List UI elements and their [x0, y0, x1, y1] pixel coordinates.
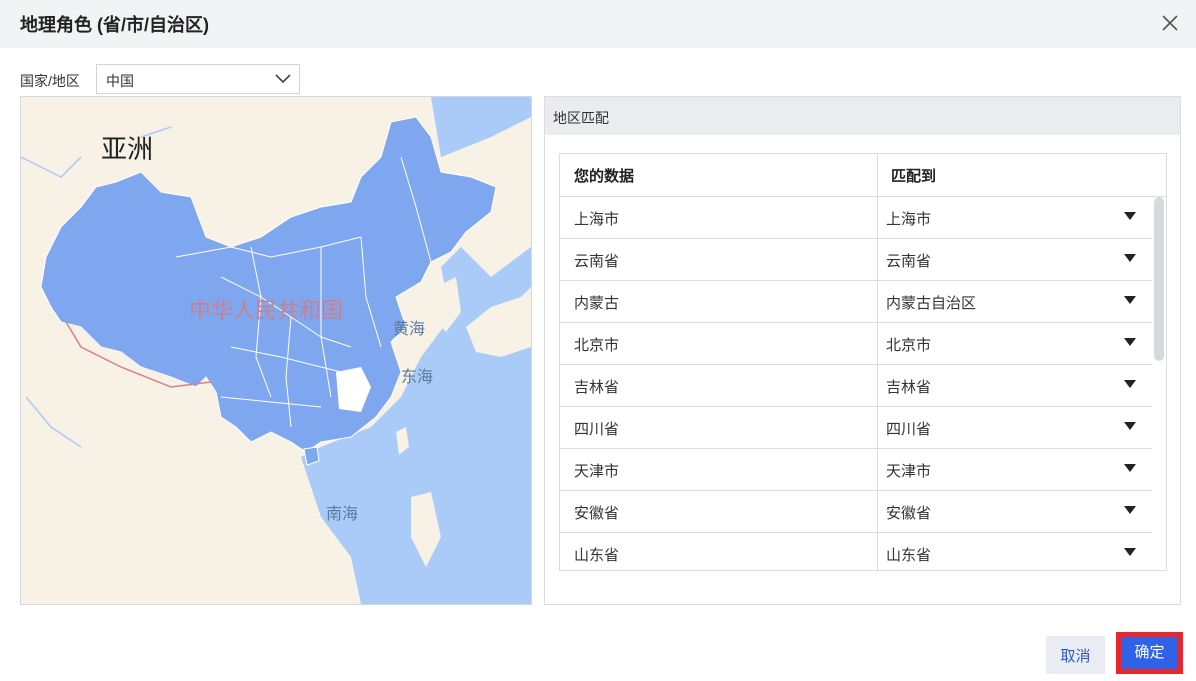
match-table: 您的数据 匹配到 上海市 上海市 云南省 云南省 内蒙古 内蒙古自治区 北京市 … — [559, 153, 1167, 571]
table-row: 北京市 北京市 — [560, 323, 1152, 365]
hainan — [303, 446, 320, 466]
column-header-data: 您的数据 — [574, 168, 635, 185]
dropdown-arrow-icon[interactable] — [1123, 547, 1137, 557]
column-header-match: 匹配到 — [891, 168, 937, 185]
cell-data: 四川省 — [574, 421, 620, 438]
cell-data: 内蒙古 — [574, 295, 620, 312]
map-label-continent: 亚洲 — [101, 135, 154, 165]
map-view[interactable]: 亚洲 中华人民共和国 黄海 东海 南海 — [20, 96, 532, 605]
dropdown-arrow-icon[interactable] — [1123, 337, 1137, 347]
cell-match[interactable]: 内蒙古自治区 — [886, 292, 976, 313]
cell-match[interactable]: 天津市 — [886, 460, 931, 481]
map-label-sea-1: 黄海 — [393, 319, 426, 338]
dropdown-arrow-icon[interactable] — [1123, 211, 1137, 221]
region-match-panel: 地区匹配 您的数据 匹配到 上海市 上海市 云南省 云南省 内蒙古 内蒙古自治区… — [544, 96, 1181, 605]
dialog-title: 地理角色 (省/市/自治区) — [20, 15, 209, 35]
cell-data: 安徽省 — [574, 505, 620, 522]
cell-match[interactable]: 上海市 — [886, 208, 931, 229]
chevron-down-icon — [275, 74, 291, 84]
cell-data: 天津市 — [574, 463, 620, 480]
map-label-sea-3: 南海 — [326, 504, 359, 523]
cell-data: 山东省 — [574, 547, 620, 564]
cancel-button[interactable]: 取消 — [1046, 636, 1105, 674]
land-philippines — [411, 492, 441, 567]
close-icon[interactable] — [1158, 11, 1182, 35]
dropdown-arrow-icon[interactable] — [1123, 253, 1137, 263]
table-header: 您的数据 匹配到 — [560, 154, 1166, 197]
dialog-titlebar: 地理角色 (省/市/自治区) — [0, 0, 1196, 48]
cell-data: 吉林省 — [574, 379, 620, 396]
cell-match[interactable]: 安徽省 — [886, 502, 931, 523]
cell-match[interactable]: 四川省 — [886, 418, 931, 439]
cell-data: 北京市 — [574, 337, 620, 354]
country-select[interactable]: 中国 — [96, 64, 300, 94]
dropdown-arrow-icon[interactable] — [1123, 463, 1137, 473]
table-row: 四川省 四川省 — [560, 407, 1152, 449]
cell-match[interactable]: 山东省 — [886, 544, 931, 565]
panel-title: 地区匹配 — [553, 110, 609, 126]
country-select-value: 中国 — [106, 73, 134, 89]
map-label-country: 中华人民共和国 — [189, 299, 344, 324]
table-row: 安徽省 安徽省 — [560, 491, 1152, 533]
dropdown-arrow-icon[interactable] — [1123, 505, 1137, 515]
table-row: 天津市 天津市 — [560, 449, 1152, 491]
cell-data: 云南省 — [574, 253, 620, 270]
map-graphic — [21, 97, 531, 604]
table-row: 内蒙古 内蒙古自治区 — [560, 281, 1152, 323]
cell-match[interactable]: 云南省 — [886, 250, 931, 271]
column-divider — [877, 154, 878, 570]
confirm-button[interactable]: 确定 — [1121, 637, 1178, 669]
table-row: 上海市 上海市 — [560, 197, 1152, 239]
confirm-button-highlight: 确定 — [1116, 632, 1183, 674]
cell-match[interactable]: 吉林省 — [886, 376, 931, 397]
country-label: 国家/地区 — [20, 73, 80, 89]
table-row: 吉林省 吉林省 — [560, 365, 1152, 407]
table-scrollbar[interactable] — [1154, 197, 1164, 361]
table-row: 云南省 云南省 — [560, 239, 1152, 281]
dropdown-arrow-icon[interactable] — [1123, 421, 1137, 431]
dropdown-arrow-icon[interactable] — [1123, 295, 1137, 305]
cell-data: 上海市 — [574, 211, 620, 228]
dropdown-arrow-icon[interactable] — [1123, 379, 1137, 389]
map-label-sea-2: 东海 — [401, 367, 434, 386]
land-taiwan — [396, 427, 409, 455]
table-row: 山东省 山东省 — [560, 533, 1152, 570]
panel-header: 地区匹配 — [545, 97, 1180, 135]
cell-match[interactable]: 北京市 — [886, 334, 931, 355]
land-japan — [466, 287, 531, 357]
